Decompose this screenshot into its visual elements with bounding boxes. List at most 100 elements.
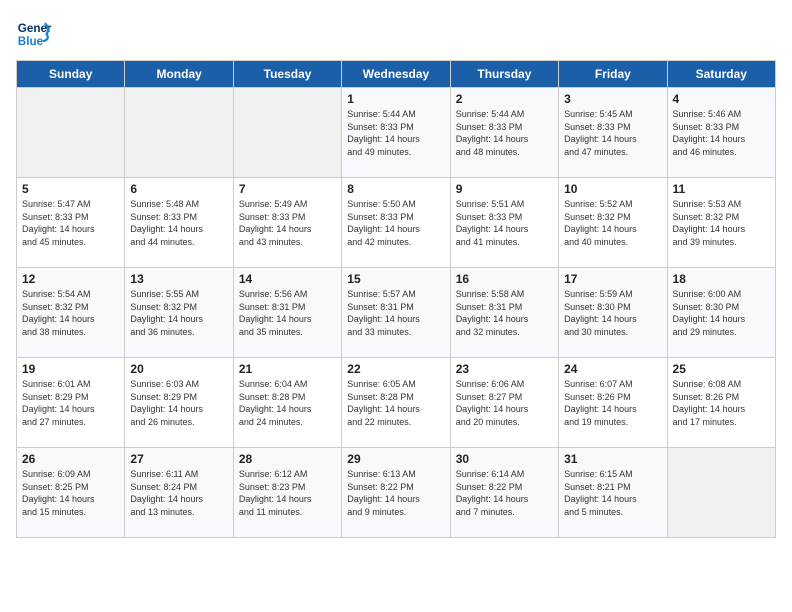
day-info: Sunrise: 5:46 AMSunset: 8:33 PMDaylight:… bbox=[673, 108, 770, 158]
day-number: 17 bbox=[564, 272, 661, 286]
calendar-cell: 18 Sunrise: 6:00 AMSunset: 8:30 PMDayligh… bbox=[667, 268, 775, 358]
day-number: 16 bbox=[456, 272, 553, 286]
calendar-cell: 23 Sunrise: 6:06 AMSunset: 8:27 PMDayligh… bbox=[450, 358, 558, 448]
day-info: Sunrise: 6:08 AMSunset: 8:26 PMDaylight:… bbox=[673, 378, 770, 428]
calendar-cell: 24 Sunrise: 6:07 AMSunset: 8:26 PMDayligh… bbox=[559, 358, 667, 448]
day-number: 22 bbox=[347, 362, 444, 376]
day-info: Sunrise: 6:00 AMSunset: 8:30 PMDaylight:… bbox=[673, 288, 770, 338]
day-info: Sunrise: 6:05 AMSunset: 8:28 PMDaylight:… bbox=[347, 378, 444, 428]
day-number: 13 bbox=[130, 272, 227, 286]
day-number: 20 bbox=[130, 362, 227, 376]
day-info: Sunrise: 5:52 AMSunset: 8:32 PMDaylight:… bbox=[564, 198, 661, 248]
calendar-cell: 19Sunrise: 6:01 AMSunset: 8:29 PMDayligh… bbox=[17, 358, 125, 448]
day-info: Sunrise: 6:09 AMSunset: 8:25 PMDaylight:… bbox=[22, 468, 119, 518]
calendar-cell: 21 Sunrise: 6:04 AMSunset: 8:28 PMDayligh… bbox=[233, 358, 341, 448]
day-info: Sunrise: 5:51 AMSunset: 8:33 PMDaylight:… bbox=[456, 198, 553, 248]
day-number: 4 bbox=[673, 92, 770, 106]
calendar-cell: 25 Sunrise: 6:08 AMSunset: 8:26 PMDayligh… bbox=[667, 358, 775, 448]
calendar-cell: 5Sunrise: 5:47 AMSunset: 8:33 PMDaylight… bbox=[17, 178, 125, 268]
day-number: 1 bbox=[347, 92, 444, 106]
calendar-cell: 17Sunrise: 5:59 AMSunset: 8:30 PMDayligh… bbox=[559, 268, 667, 358]
calendar-cell: 2 Sunrise: 5:44 AMSunset: 8:33 PMDaylight… bbox=[450, 88, 558, 178]
calendar-cell: 27 Sunrise: 6:11 AMSunset: 8:24 PMDayligh… bbox=[125, 448, 233, 538]
header-cell-thursday: Thursday bbox=[450, 61, 558, 88]
calendar-cell: 12 Sunrise: 5:54 AMSunset: 8:32 PMDayligh… bbox=[17, 268, 125, 358]
day-number: 3 bbox=[564, 92, 661, 106]
day-info: Sunrise: 6:07 AMSunset: 8:26 PMDaylight:… bbox=[564, 378, 661, 428]
day-info: Sunrise: 5:49 AMSunset: 8:33 PMDaylight:… bbox=[239, 198, 336, 248]
calendar-cell: 10Sunrise: 5:52 AMSunset: 8:32 PMDayligh… bbox=[559, 178, 667, 268]
day-number: 11 bbox=[673, 182, 770, 196]
day-number: 24 bbox=[564, 362, 661, 376]
calendar-cell: 11 Sunrise: 5:53 AMSunset: 8:32 PMDayligh… bbox=[667, 178, 775, 268]
day-info: Sunrise: 5:44 AMSunset: 8:33 PMDaylight:… bbox=[456, 108, 553, 158]
day-number: 26 bbox=[22, 452, 119, 466]
logo: General Blue bbox=[16, 16, 56, 52]
calendar-cell: 22 Sunrise: 6:05 AMSunset: 8:28 PMDayligh… bbox=[342, 358, 450, 448]
day-number: 29 bbox=[347, 452, 444, 466]
calendar-cell: 29 Sunrise: 6:13 AMSunset: 8:22 PMDayligh… bbox=[342, 448, 450, 538]
day-number: 7 bbox=[239, 182, 336, 196]
header-cell-tuesday: Tuesday bbox=[233, 61, 341, 88]
day-info: Sunrise: 5:45 AMSunset: 8:33 PMDaylight:… bbox=[564, 108, 661, 158]
calendar-week-3: 12 Sunrise: 5:54 AMSunset: 8:32 PMDayligh… bbox=[17, 268, 776, 358]
day-number: 2 bbox=[456, 92, 553, 106]
calendar-cell: 15Sunrise: 5:57 AMSunset: 8:31 PMDayligh… bbox=[342, 268, 450, 358]
calendar-cell bbox=[667, 448, 775, 538]
calendar-cell: 16Sunrise: 5:58 AMSunset: 8:31 PMDayligh… bbox=[450, 268, 558, 358]
calendar-cell: 28 Sunrise: 6:12 AMSunset: 8:23 PMDayligh… bbox=[233, 448, 341, 538]
calendar-header: SundayMondayTuesdayWednesdayThursdayFrid… bbox=[17, 61, 776, 88]
calendar-cell: 30 Sunrise: 6:14 AMSunset: 8:22 PMDayligh… bbox=[450, 448, 558, 538]
day-number: 27 bbox=[130, 452, 227, 466]
calendar-week-1: 1 Sunrise: 5:44 AMSunset: 8:33 PMDaylight… bbox=[17, 88, 776, 178]
day-info: Sunrise: 5:54 AMSunset: 8:32 PMDaylight:… bbox=[22, 288, 119, 338]
calendar-cell: 14Sunrise: 5:56 AMSunset: 8:31 PMDayligh… bbox=[233, 268, 341, 358]
day-number: 31 bbox=[564, 452, 661, 466]
header-cell-saturday: Saturday bbox=[667, 61, 775, 88]
day-number: 15 bbox=[347, 272, 444, 286]
day-number: 25 bbox=[673, 362, 770, 376]
calendar-cell bbox=[233, 88, 341, 178]
day-number: 28 bbox=[239, 452, 336, 466]
calendar-cell: 31 Sunrise: 6:15 AMSunset: 8:21 PMDayligh… bbox=[559, 448, 667, 538]
calendar-cell: 3 Sunrise: 5:45 AMSunset: 8:33 PMDaylight… bbox=[559, 88, 667, 178]
day-info: Sunrise: 6:13 AMSunset: 8:22 PMDaylight:… bbox=[347, 468, 444, 518]
day-info: Sunrise: 6:03 AMSunset: 8:29 PMDaylight:… bbox=[130, 378, 227, 428]
page-header: General Blue bbox=[16, 16, 776, 52]
day-info: Sunrise: 5:56 AMSunset: 8:31 PMDaylight:… bbox=[239, 288, 336, 338]
day-info: Sunrise: 6:11 AMSunset: 8:24 PMDaylight:… bbox=[130, 468, 227, 518]
header-cell-sunday: Sunday bbox=[17, 61, 125, 88]
day-number: 12 bbox=[22, 272, 119, 286]
day-number: 8 bbox=[347, 182, 444, 196]
day-number: 23 bbox=[456, 362, 553, 376]
day-number: 6 bbox=[130, 182, 227, 196]
logo-icon: General Blue bbox=[16, 16, 52, 52]
calendar-table: SundayMondayTuesdayWednesdayThursdayFrid… bbox=[16, 60, 776, 538]
day-info: Sunrise: 6:15 AMSunset: 8:21 PMDaylight:… bbox=[564, 468, 661, 518]
calendar-week-2: 5Sunrise: 5:47 AMSunset: 8:33 PMDaylight… bbox=[17, 178, 776, 268]
day-number: 30 bbox=[456, 452, 553, 466]
calendar-cell: 6 Sunrise: 5:48 AMSunset: 8:33 PMDaylight… bbox=[125, 178, 233, 268]
day-info: Sunrise: 6:04 AMSunset: 8:28 PMDaylight:… bbox=[239, 378, 336, 428]
day-info: Sunrise: 6:06 AMSunset: 8:27 PMDaylight:… bbox=[456, 378, 553, 428]
day-number: 9 bbox=[456, 182, 553, 196]
day-number: 18 bbox=[673, 272, 770, 286]
header-cell-wednesday: Wednesday bbox=[342, 61, 450, 88]
day-number: 21 bbox=[239, 362, 336, 376]
calendar-cell: 8 Sunrise: 5:50 AMSunset: 8:33 PMDaylight… bbox=[342, 178, 450, 268]
calendar-cell bbox=[125, 88, 233, 178]
day-info: Sunrise: 6:14 AMSunset: 8:22 PMDaylight:… bbox=[456, 468, 553, 518]
day-info: Sunrise: 5:53 AMSunset: 8:32 PMDaylight:… bbox=[673, 198, 770, 248]
day-number: 5 bbox=[22, 182, 119, 196]
svg-text:Blue: Blue bbox=[18, 35, 44, 48]
calendar-cell: 7 Sunrise: 5:49 AMSunset: 8:33 PMDaylight… bbox=[233, 178, 341, 268]
calendar-cell: 4 Sunrise: 5:46 AMSunset: 8:33 PMDaylight… bbox=[667, 88, 775, 178]
day-info: Sunrise: 6:12 AMSunset: 8:23 PMDaylight:… bbox=[239, 468, 336, 518]
day-info: Sunrise: 5:50 AMSunset: 8:33 PMDaylight:… bbox=[347, 198, 444, 248]
calendar-cell: 13 Sunrise: 5:55 AMSunset: 8:32 PMDayligh… bbox=[125, 268, 233, 358]
day-info: Sunrise: 5:48 AMSunset: 8:33 PMDaylight:… bbox=[130, 198, 227, 248]
calendar-cell: 20 Sunrise: 6:03 AMSunset: 8:29 PMDayligh… bbox=[125, 358, 233, 448]
day-info: Sunrise: 5:55 AMSunset: 8:32 PMDaylight:… bbox=[130, 288, 227, 338]
calendar-body: 1 Sunrise: 5:44 AMSunset: 8:33 PMDaylight… bbox=[17, 88, 776, 538]
header-cell-monday: Monday bbox=[125, 61, 233, 88]
